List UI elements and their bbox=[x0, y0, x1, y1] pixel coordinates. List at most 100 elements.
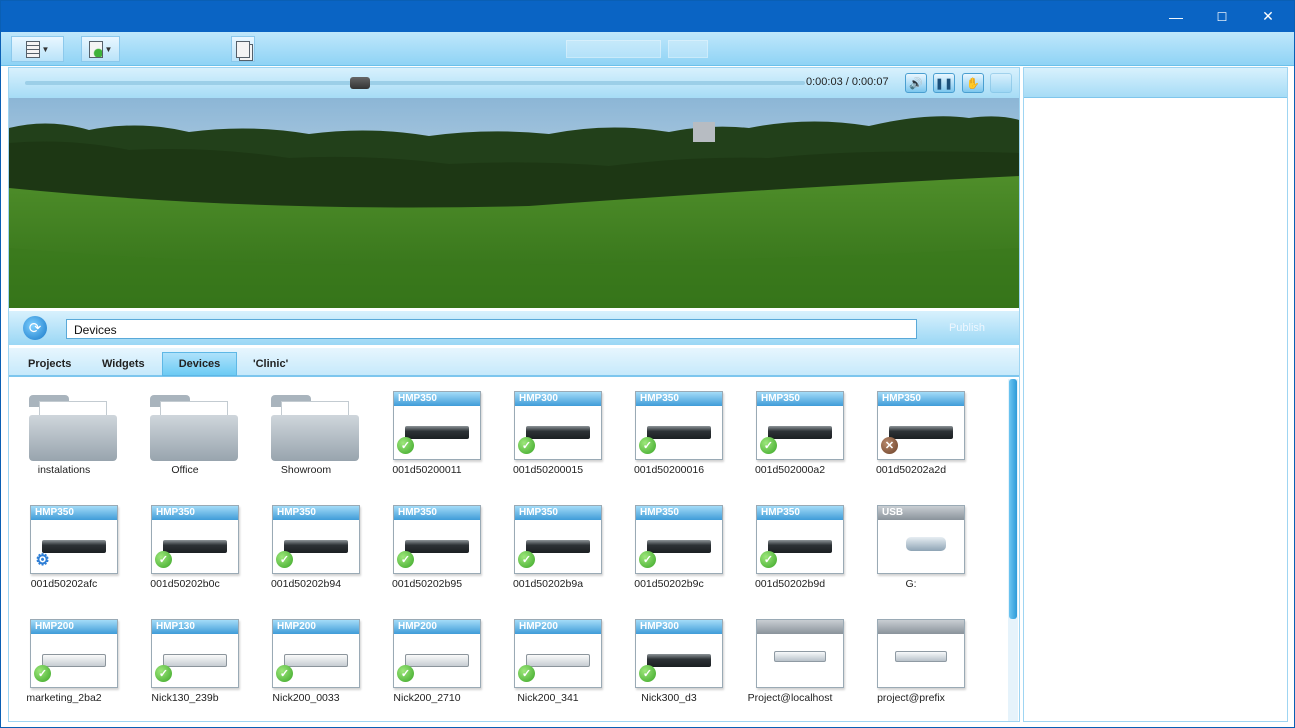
device-card: HMP350 ✓ bbox=[393, 505, 481, 574]
check-icon: ✓ bbox=[518, 665, 535, 682]
device-item[interactable]: HMP350 ✓ 001d50202b94 bbox=[251, 497, 361, 607]
device-item[interactable]: HMP350 ✓ 001d50202b9a bbox=[493, 497, 603, 607]
device-item[interactable]: project@prefix bbox=[856, 611, 966, 721]
device-item[interactable]: HMP200 ✓ marketing_2ba2 bbox=[9, 611, 119, 721]
tab-devices[interactable]: Devices bbox=[162, 352, 237, 376]
device-item[interactable]: HMP350 ✓ 001d50202b0c bbox=[130, 497, 240, 607]
toolbar-disabled-button bbox=[566, 40, 661, 58]
item-label: Showroom bbox=[280, 464, 332, 476]
device-item[interactable]: Project@localhost bbox=[735, 611, 845, 721]
device-item[interactable]: HMP200 ✓ Nick200_2710 bbox=[372, 611, 482, 721]
list-icon bbox=[25, 40, 40, 58]
device-model: HMP350 bbox=[636, 392, 722, 406]
device-item[interactable]: HMP350 ✓ 001d50200016 bbox=[614, 383, 724, 493]
device-model: HMP350 bbox=[636, 506, 722, 520]
server-icon bbox=[774, 651, 826, 662]
device-card: HMP350 ✓ bbox=[756, 391, 844, 460]
item-label: Project@localhost bbox=[747, 692, 833, 704]
item-label: Nick200_2710 bbox=[393, 692, 461, 704]
title-bar: — ☐ ✕ bbox=[1, 1, 1294, 32]
device-model: HMP130 bbox=[152, 620, 238, 634]
check-icon: ✓ bbox=[518, 437, 535, 454]
device-model bbox=[878, 620, 964, 634]
device-card bbox=[877, 619, 965, 688]
device-item[interactable]: HMP350 ✓ 001d502000a2 bbox=[735, 383, 845, 493]
device-card: HMP350 ✓ bbox=[151, 505, 239, 574]
playback-time: 0:00:03 / 0:00:07 bbox=[806, 76, 889, 88]
minimize-button[interactable]: — bbox=[1153, 1, 1199, 32]
device-item[interactable]: HMP350 ⚙ 001d50202afc bbox=[9, 497, 119, 607]
hand-tool-button[interactable]: ✋ bbox=[962, 73, 984, 93]
seek-handle[interactable] bbox=[350, 77, 371, 89]
toolbar-disabled-button bbox=[668, 40, 708, 58]
device-card: HMP300 ✓ bbox=[635, 619, 723, 688]
device-card: HMP200 ✓ bbox=[514, 619, 602, 688]
volume-button[interactable]: 🔊 bbox=[905, 73, 927, 93]
device-item[interactable]: HMP350 ✓ 001d50202b9c bbox=[614, 497, 724, 607]
error-icon: ✕ bbox=[881, 437, 898, 454]
pause-icon: ❚❚ bbox=[934, 77, 954, 90]
device-model: HMP350 bbox=[394, 392, 480, 406]
seek-track[interactable] bbox=[25, 81, 805, 85]
close-button[interactable]: ✕ bbox=[1245, 1, 1291, 32]
pause-button[interactable]: ❚❚ bbox=[933, 73, 955, 93]
check-icon: ✓ bbox=[276, 551, 293, 568]
device-model: HMP350 bbox=[394, 506, 480, 520]
folder-item[interactable]: Office bbox=[130, 383, 240, 493]
tab-widgets[interactable]: Widgets bbox=[89, 352, 158, 376]
item-label: 001d50202b0c bbox=[150, 578, 220, 590]
device-item[interactable]: HMP350 ✓ 001d50202b95 bbox=[372, 497, 482, 607]
item-label: 001d50202b95 bbox=[391, 578, 463, 590]
item-label: 001d50202afc bbox=[30, 578, 98, 590]
tab-clinic[interactable]: 'Clinic' bbox=[240, 352, 301, 376]
item-label: 001d50202b9c bbox=[634, 578, 704, 590]
copy-button[interactable] bbox=[231, 36, 255, 62]
device-item[interactable]: HMP350 ✕ 001d50202a2d bbox=[856, 383, 966, 493]
main-toolbar: ▼ ▼ bbox=[1, 32, 1294, 66]
vertical-scrollbar[interactable] bbox=[1008, 379, 1018, 721]
device-model: HMP350 bbox=[273, 506, 359, 520]
item-label: 001d50200015 bbox=[512, 464, 584, 476]
device-grid: instalations Office Showroom HMP350 ✓ 001d502… bbox=[9, 379, 1007, 721]
device-model: HMP350 bbox=[878, 392, 964, 406]
disabled-player-button bbox=[990, 73, 1012, 93]
folder-item[interactable]: Showroom bbox=[251, 383, 361, 493]
folder-icon bbox=[271, 395, 359, 461]
check-icon: ✓ bbox=[155, 665, 172, 682]
media-player-bar: 0:00:03 / 0:00:07 🔊 ❚❚ ✋ bbox=[9, 68, 1019, 98]
item-label: 001d50202b9a bbox=[512, 578, 584, 590]
park-landscape-image bbox=[9, 98, 1019, 308]
path-input[interactable]: Devices bbox=[66, 319, 917, 339]
publish-button[interactable]: Publish bbox=[927, 318, 1007, 338]
device-item[interactable]: HMP350 ✓ 001d50202b9d bbox=[735, 497, 845, 607]
refresh-button[interactable]: ⟳ bbox=[23, 316, 47, 340]
tab-projects[interactable]: Projects bbox=[15, 352, 84, 376]
chevron-down-icon: ▼ bbox=[104, 44, 113, 54]
device-item[interactable]: HMP300 ✓ Nick300_d3 bbox=[614, 611, 724, 721]
check-icon: ✓ bbox=[397, 437, 414, 454]
device-model: HMP200 bbox=[273, 620, 359, 634]
device-card: HMP350 ✓ bbox=[272, 505, 360, 574]
device-card bbox=[756, 619, 844, 688]
folder-item[interactable]: instalations bbox=[9, 383, 119, 493]
device-item[interactable]: HMP200 ✓ Nick200_0033 bbox=[251, 611, 361, 721]
device-item[interactable]: HMP200 ✓ Nick200_341 bbox=[493, 611, 603, 721]
item-label: 001d50202b9d bbox=[754, 578, 826, 590]
refresh-icon: ⟳ bbox=[28, 320, 42, 337]
video-preview bbox=[9, 98, 1019, 308]
device-item[interactable]: HMP130 ✓ Nick130_239b bbox=[130, 611, 240, 721]
check-icon: ✓ bbox=[397, 551, 414, 568]
menu-dropdown-button[interactable]: ▼ bbox=[11, 36, 64, 62]
scrollbar-thumb[interactable] bbox=[1009, 379, 1017, 619]
device-item[interactable]: HMP300 ✓ 001d50200015 bbox=[493, 383, 603, 493]
add-file-button[interactable]: ▼ bbox=[81, 36, 120, 62]
device-item[interactable]: USB G: bbox=[856, 497, 966, 607]
maximize-button[interactable]: ☐ bbox=[1199, 1, 1245, 32]
device-card: HMP350 ✓ bbox=[635, 391, 723, 460]
item-label: instalations bbox=[37, 464, 91, 476]
device-card: HMP300 ✓ bbox=[514, 391, 602, 460]
item-label: 001d50202b94 bbox=[270, 578, 342, 590]
item-label: 001d50202a2d bbox=[875, 464, 947, 476]
device-item[interactable]: HMP350 ✓ 001d50200011 bbox=[372, 383, 482, 493]
device-card: HMP350 ✕ bbox=[877, 391, 965, 460]
